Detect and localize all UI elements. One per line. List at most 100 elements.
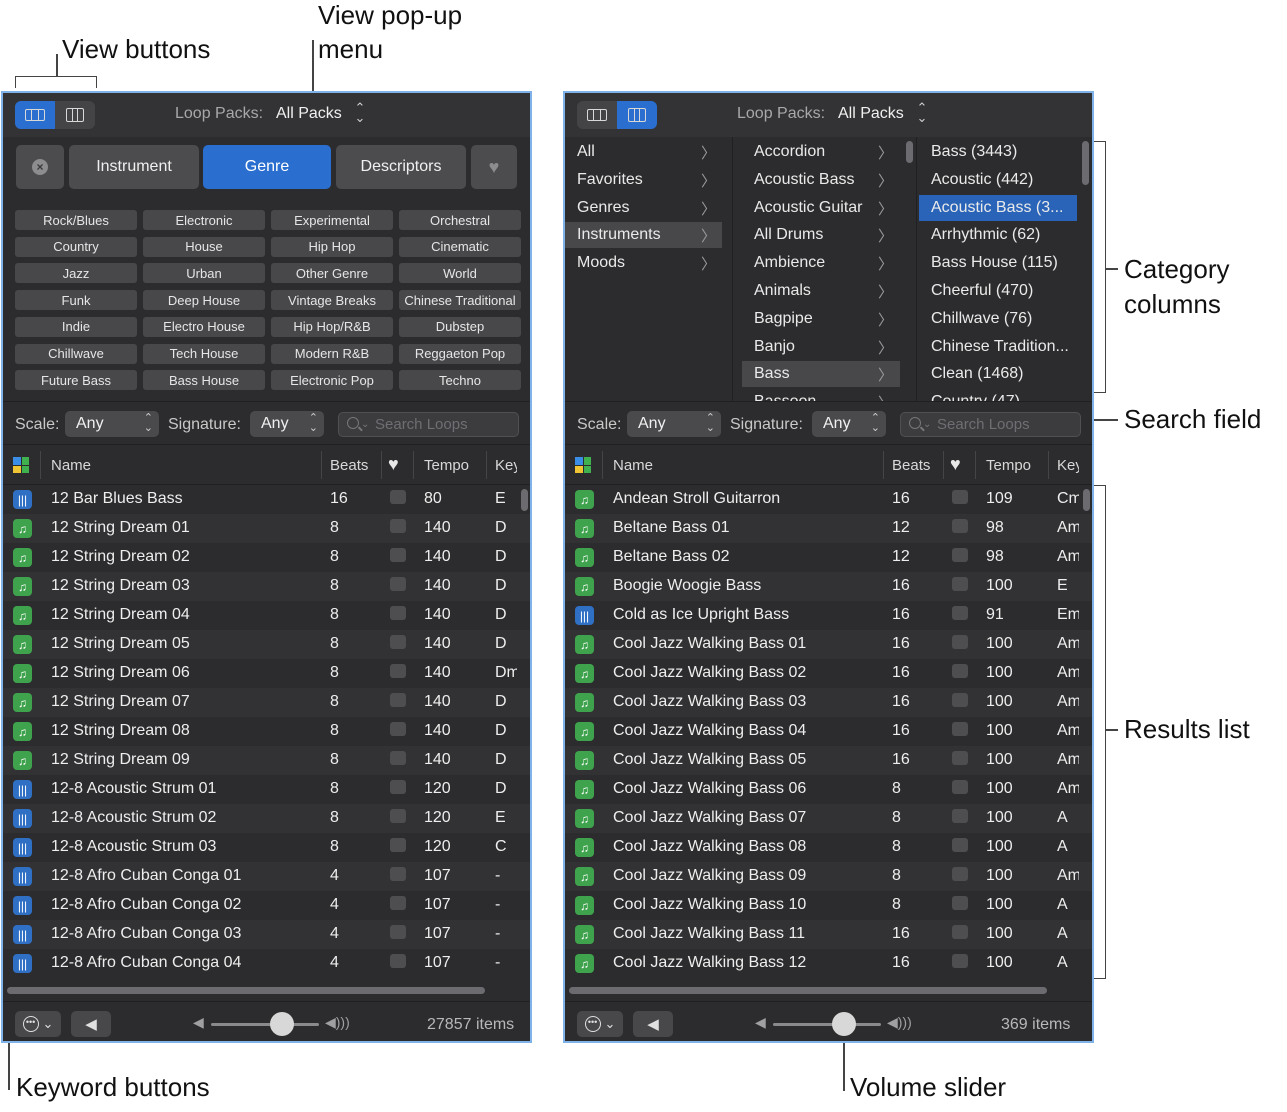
favorite-checkbox[interactable] <box>952 722 968 736</box>
loop-packs-popup[interactable]: All Packs <box>838 105 904 123</box>
table-row[interactable]: ♫ Cool Jazz Walking Bass 03 16 100 Am <box>565 688 1092 717</box>
preview-speaker-button[interactable]: ◀ <box>633 1011 673 1037</box>
table-row[interactable]: ||| 12-8 Afro Cuban Conga 04 4 107 - <box>3 949 530 978</box>
keyword-button[interactable]: Modern R&B <box>271 343 393 364</box>
favorite-checkbox[interactable] <box>390 925 406 939</box>
search-input[interactable]: ⌄ Search Loops <box>900 412 1081 437</box>
table-row[interactable]: ♫ Cool Jazz Walking Bass 08 8 100 A <box>565 833 1092 862</box>
keyword-button[interactable]: Electronic <box>143 210 265 230</box>
keyword-button[interactable]: Hip Hop/R&B <box>271 316 393 337</box>
table-row[interactable]: ||| 12-8 Afro Cuban Conga 01 4 107 - <box>3 862 530 891</box>
favorite-checkbox[interactable] <box>952 577 968 591</box>
category-item[interactable]: Accordion 〉 <box>742 139 900 165</box>
table-row[interactable]: ||| 12-8 Acoustic Strum 01 8 120 D <box>3 775 530 804</box>
category-item[interactable]: Arrhythmic (62) <box>919 222 1077 248</box>
category-item[interactable]: Acoustic Guitar 〉 <box>742 195 900 221</box>
keyword-button[interactable]: Reggaeton Pop <box>399 343 521 364</box>
category-item[interactable]: Cheerful (470) <box>919 278 1077 304</box>
favorite-checkbox[interactable] <box>390 780 406 794</box>
category-item[interactable]: Instruments 〉 <box>565 222 722 249</box>
category-item[interactable]: All 〉 <box>565 139 722 165</box>
volume-slider-knob[interactable] <box>832 1012 857 1036</box>
table-row[interactable]: ||| 12 Bar Blues Bass 16 80 E <box>3 485 530 514</box>
favorite-checkbox[interactable] <box>390 751 406 765</box>
table-row[interactable]: ♫ Cool Jazz Walking Bass 05 16 100 Am <box>565 746 1092 775</box>
keyword-button[interactable]: Cinematic <box>399 236 521 257</box>
keyword-button[interactable]: Funk <box>15 290 137 311</box>
key-column-header[interactable]: Key <box>1057 457 1079 474</box>
keyword-button[interactable]: Future Bass <box>15 370 137 391</box>
preview-speaker-button[interactable]: ◀ <box>71 1011 111 1037</box>
category-item[interactable]: Banjo 〉 <box>742 334 900 360</box>
table-row[interactable]: ♫ 12 String Dream 03 8 140 D <box>3 572 530 601</box>
loop-type-column-icon[interactable] <box>575 457 591 473</box>
table-row[interactable]: ♫ Cool Jazz Walking Bass 09 8 100 Am <box>565 862 1092 891</box>
table-row[interactable]: ♫ 12 String Dream 07 8 140 D <box>3 688 530 717</box>
table-row[interactable]: ||| 12-8 Afro Cuban Conga 02 4 107 - <box>3 891 530 920</box>
loop-packs-popup[interactable]: All Packs <box>276 105 342 123</box>
favorite-checkbox[interactable] <box>390 664 406 678</box>
favorite-checkbox[interactable] <box>390 896 406 910</box>
instrument-button[interactable]: Instrument <box>69 145 199 189</box>
favorite-checkbox[interactable] <box>390 490 406 504</box>
favorite-checkbox[interactable] <box>390 809 406 823</box>
column-view-button[interactable] <box>617 101 657 129</box>
favorite-checkbox[interactable] <box>952 519 968 533</box>
favorite-checkbox[interactable] <box>952 664 968 678</box>
favorite-checkbox[interactable] <box>952 635 968 649</box>
more-options-button[interactable]: ••• ⌄ <box>577 1011 623 1037</box>
favorite-checkbox[interactable] <box>952 490 968 504</box>
keyword-button[interactable]: World <box>399 263 521 284</box>
tempo-column-header[interactable]: Tempo <box>424 457 469 474</box>
category-item[interactable]: Ambience 〉 <box>742 250 900 276</box>
favorite-checkbox[interactable] <box>952 548 968 562</box>
category-item[interactable]: Acoustic Bass 〉 <box>742 167 900 193</box>
category-item[interactable]: Bassoon 〉 <box>742 389 900 401</box>
category-item[interactable]: Bagpipe 〉 <box>742 306 900 332</box>
descriptors-button[interactable]: Descriptors <box>336 145 466 189</box>
keyword-button[interactable]: Deep House <box>143 290 265 311</box>
category-item[interactable]: Acoustic (442) <box>919 167 1077 193</box>
heart-icon[interactable]: ♥ <box>950 454 961 475</box>
favorite-checkbox[interactable] <box>952 606 968 620</box>
favorite-checkbox[interactable] <box>952 925 968 939</box>
scale-popup[interactable]: Any ⌃ ⌄ <box>627 411 721 437</box>
keyword-button[interactable]: Chinese Traditional <box>399 290 521 311</box>
table-row[interactable]: ♫ Beltane Bass 02 12 98 Am <box>565 543 1092 572</box>
table-row[interactable]: ♫ Cool Jazz Walking Bass 07 8 100 A <box>565 804 1092 833</box>
favorite-checkbox[interactable] <box>390 548 406 562</box>
keyword-button[interactable]: House <box>143 236 265 257</box>
key-column-header[interactable]: Key <box>495 457 517 474</box>
table-row[interactable]: ||| 12-8 Afro Cuban Conga 03 4 107 - <box>3 920 530 949</box>
keyword-button[interactable]: Tech House <box>143 343 265 364</box>
heart-icon[interactable]: ♥ <box>388 454 399 475</box>
keyword-button[interactable]: Rock/Blues <box>15 210 137 230</box>
table-row[interactable]: ||| Cold as Ice Upright Bass 16 91 Em <box>565 601 1092 630</box>
table-row[interactable]: ♫ Boogie Woogie Bass 16 100 E <box>565 572 1092 601</box>
table-row[interactable]: ♫ Cool Jazz Walking Bass 12 16 100 A <box>565 949 1092 978</box>
tempo-column-header[interactable]: Tempo <box>986 457 1031 474</box>
beats-column-header[interactable]: Beats <box>330 457 368 474</box>
category-item[interactable]: Favorites 〉 <box>565 167 722 193</box>
favorite-checkbox[interactable] <box>952 780 968 794</box>
genre-button[interactable]: Genre <box>203 145 331 189</box>
category-item[interactable]: Clean (1468) <box>919 361 1077 387</box>
category-item[interactable]: Chinese Tradition... <box>919 334 1077 360</box>
volume-slider-knob[interactable] <box>270 1012 295 1036</box>
category-item[interactable]: All Drums 〉 <box>742 222 900 248</box>
loop-type-column-icon[interactable] <box>13 457 29 473</box>
favorite-checkbox[interactable] <box>390 606 406 620</box>
keyword-button[interactable]: Vintage Breaks <box>271 290 393 311</box>
column-2-scrollbar[interactable] <box>906 141 913 163</box>
favorite-checkbox[interactable] <box>952 809 968 823</box>
keyword-button[interactable]: Experimental <box>271 210 393 230</box>
category-item[interactable]: Moods 〉 <box>565 250 722 276</box>
keyword-button[interactable]: Electronic Pop <box>271 370 393 391</box>
favorite-checkbox[interactable] <box>390 693 406 707</box>
keyword-button[interactable]: Jazz <box>15 263 137 284</box>
column-view-button[interactable] <box>55 101 95 129</box>
keyword-button[interactable]: Bass House <box>143 370 265 391</box>
table-row[interactable]: ♫ Cool Jazz Walking Bass 06 8 100 Am <box>565 775 1092 804</box>
table-row[interactable]: ♫ 12 String Dream 04 8 140 D <box>3 601 530 630</box>
category-item[interactable]: Acoustic Bass (3... <box>919 194 1077 221</box>
